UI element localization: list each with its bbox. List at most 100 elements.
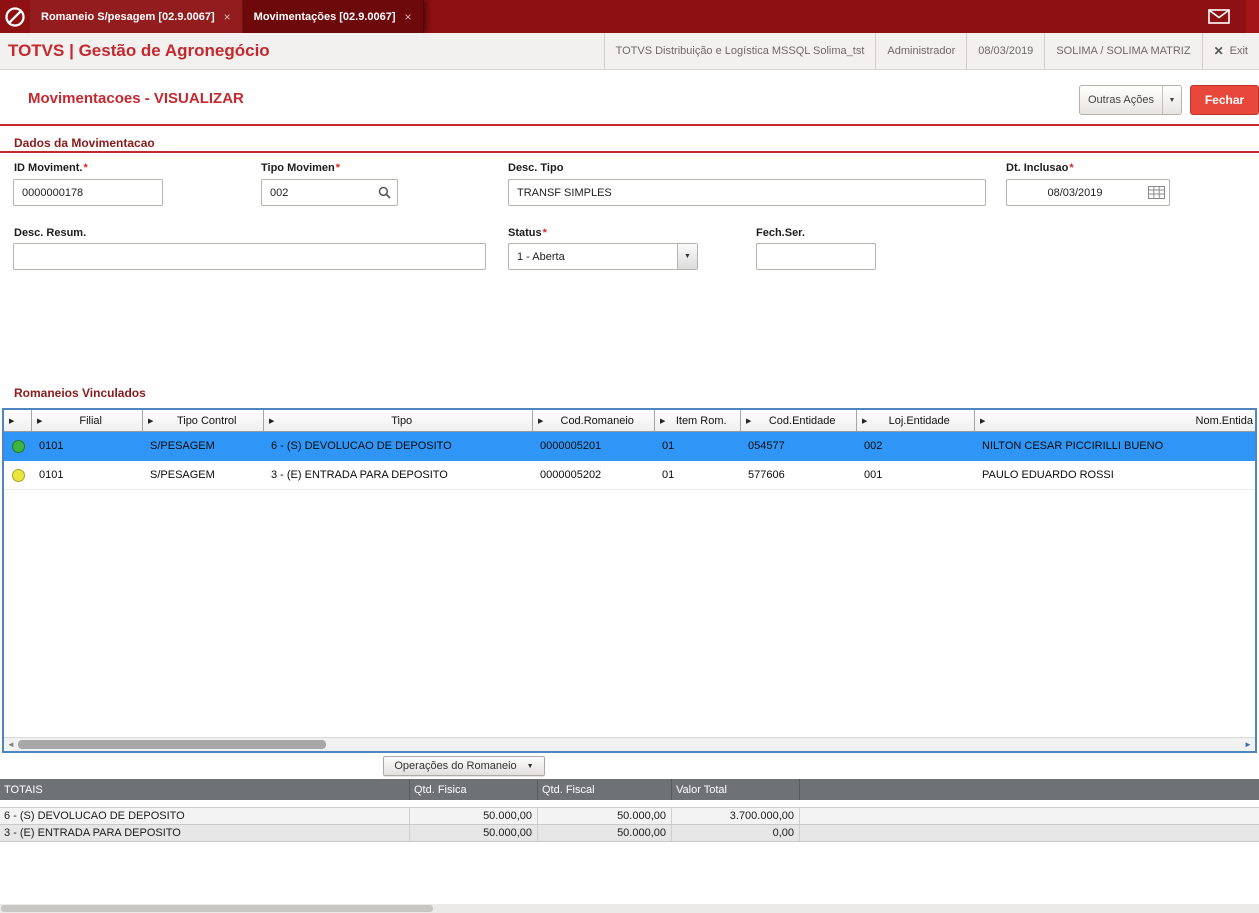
company-label: SOLIMA / SOLIMA MATRIZ <box>1044 33 1201 69</box>
fechar-button[interactable]: Fechar <box>1190 85 1259 115</box>
cell-loj-entidade: 001 <box>864 469 883 481</box>
column-header-tipo-control[interactable]: ▶ Tipo Control <box>143 410 264 431</box>
field-label-text: Tipo Movimen <box>261 162 335 174</box>
tipo-movimen-label: Tipo Movimen* <box>261 162 340 174</box>
page-title: Movimentacoes - VISUALIZAR <box>28 90 244 107</box>
column-header-status[interactable]: ▶ <box>4 410 32 431</box>
tab-label: Movimentações [02.9.0067] <box>253 10 396 23</box>
desc-tipo-input[interactable] <box>509 180 985 205</box>
grid-row-2[interactable]: 0101 S/PESAGEM 3 - (E) ENTRADA PARA DEPO… <box>4 461 1255 490</box>
column-header-cod-entidade[interactable]: ▶ Cod.Entidade <box>741 410 857 431</box>
required-mark: * <box>542 227 547 239</box>
envelope-icon <box>1208 9 1230 24</box>
tab-close-icon[interactable]: × <box>405 10 412 24</box>
operacoes-romaneio-button[interactable]: Operações do Romaneio ▼ <box>383 756 545 776</box>
cell-item-rom: 01 <box>662 469 675 481</box>
column-label: Filial <box>79 414 102 427</box>
id-moviment-label: ID Moviment.* <box>14 162 88 174</box>
dropdown-button[interactable]: ▼ <box>677 244 697 269</box>
page-horizontal-scrollbar[interactable] <box>0 904 1259 913</box>
session-info: TOTVS Distribuição e Logística MSSQL Sol… <box>603 33 1259 69</box>
column-label: Nom.Entida <box>1195 414 1253 427</box>
column-arrow-icon: ▶ <box>269 417 275 425</box>
desc-resum-field <box>13 243 486 270</box>
cell-cod-romaneio: 0000005201 <box>540 440 602 452</box>
totals-row-2: 3 - (E) ENTRADA PARA DEPOSITO 50.000,00 … <box>0 825 1259 842</box>
cell-status <box>4 439 32 453</box>
search-icon[interactable] <box>371 180 397 205</box>
totals-header-qtd-fisica: Qtd. Fisica <box>410 779 538 800</box>
tab-romaneio-spesagem[interactable]: Romaneio S/pesagem [02.9.0067] × <box>30 0 243 33</box>
column-header-tipo[interactable]: ▶ Tipo <box>264 410 533 431</box>
desc-tipo-label: Desc. Tipo <box>508 162 563 174</box>
column-header-loj-entidade[interactable]: ▶ Loj.Entidade <box>857 410 975 431</box>
tipo-movimen-input[interactable] <box>262 180 371 205</box>
scrollbar-thumb[interactable] <box>18 740 326 749</box>
outras-acoes-label: Outras Ações <box>1087 94 1155 106</box>
column-header-item-rom[interactable]: ▶ Item Rom. <box>655 410 741 431</box>
cell-tipo-control: S/PESAGEM <box>150 469 215 481</box>
grid-row-1[interactable]: 0101 S/PESAGEM 6 - (S) DEVOLUCAO DE DEPO… <box>4 432 1255 461</box>
column-header-filial[interactable]: ▶ Filial <box>32 410 143 431</box>
user-label: Administrador <box>875 33 966 69</box>
exit-label: Exit <box>1229 45 1248 57</box>
scrollbar-thumb[interactable] <box>1 905 433 912</box>
grid-empty-area <box>4 490 1255 737</box>
scroll-left-icon[interactable]: ◄ <box>4 738 18 751</box>
column-label: Cod.Entidade <box>768 414 836 427</box>
totals-label: 3 - (E) ENTRADA PARA DEPOSITO <box>0 825 410 841</box>
cell-tipo: 3 - (E) ENTRADA PARA DEPOSITO <box>271 469 448 481</box>
section-title-dados: Dados da Movimentacao <box>14 136 155 150</box>
id-moviment-field <box>13 179 163 206</box>
tab-movimentacoes[interactable]: Movimentações [02.9.0067] × <box>242 0 424 33</box>
totals-empty-cell <box>800 808 1259 824</box>
totvs-window: Romaneio S/pesagem [02.9.0067] × Movimen… <box>0 0 1259 913</box>
cell-tipo: 6 - (S) DEVOLUCAO DE DEPOSITO <box>271 440 452 452</box>
cell-nom-entidade: PAULO EDUARDO ROSSI <box>982 469 1114 481</box>
cell-cod-entidade: 577606 <box>748 469 785 481</box>
totals-qtd-fisica: 50.000,00 <box>410 825 538 841</box>
column-label: Tipo <box>391 414 413 427</box>
cell-filial: 0101 <box>39 469 64 481</box>
totals-header-row: TOTAIS Qtd. Fisica Qtd. Fiscal Valor Tot… <box>0 779 1259 800</box>
totals-table: TOTAIS Qtd. Fisica Qtd. Fiscal Valor Tot… <box>0 779 1259 842</box>
topbar-corner-button[interactable] <box>1246 0 1259 33</box>
id-moviment-input[interactable] <box>14 180 162 205</box>
grid-horizontal-scrollbar[interactable]: ◄ ► <box>4 737 1255 751</box>
column-arrow-icon: ▶ <box>148 417 154 425</box>
mail-icon[interactable] <box>1208 9 1230 24</box>
exit-button[interactable]: ✕ Exit <box>1201 33 1259 69</box>
field-label-text: Desc. Tipo <box>508 162 564 174</box>
fech-ser-input[interactable] <box>757 244 875 269</box>
tipo-movimen-field <box>261 179 398 206</box>
status-select[interactable]: ▼ <box>508 243 698 270</box>
operacoes-romaneio-label: Operações do Romaneio <box>394 760 517 772</box>
cell-cod-entidade: 054577 <box>748 440 785 452</box>
totals-label: 6 - (S) DEVOLUCAO DE DEPOSITO <box>0 808 410 824</box>
section-divider <box>0 151 1259 153</box>
totals-row-1: 6 - (S) DEVOLUCAO DE DEPOSITO 50.000,00 … <box>0 808 1259 825</box>
totals-rows: 6 - (S) DEVOLUCAO DE DEPOSITO 50.000,00 … <box>0 807 1259 842</box>
calendar-icon[interactable] <box>1143 180 1169 205</box>
column-header-cod-romaneio[interactable]: ▶ Cod.Romaneio <box>533 410 655 431</box>
fech-ser-field <box>756 243 876 270</box>
cell-filial: 0101 <box>39 440 64 452</box>
protheus-logo-icon[interactable] <box>0 0 30 33</box>
tab-bar: Romaneio S/pesagem [02.9.0067] × Movimen… <box>0 0 1259 33</box>
column-arrow-icon: ▶ <box>9 417 15 425</box>
column-label: Loj.Entidade <box>888 414 950 427</box>
desc-resum-input[interactable] <box>14 244 485 269</box>
outras-acoes-button[interactable]: Outras Ações ▼ <box>1079 85 1182 115</box>
totals-valor-total: 3.700.000,00 <box>672 808 800 824</box>
required-mark: * <box>335 162 341 174</box>
totals-qtd-fisica: 50.000,00 <box>410 808 538 824</box>
scroll-right-icon[interactable]: ► <box>1241 738 1255 751</box>
column-arrow-icon: ▶ <box>980 417 986 425</box>
column-header-nom-entidade[interactable]: ▶ Nom.Entida <box>975 410 1255 431</box>
tab-close-icon[interactable]: × <box>224 10 231 24</box>
dt-inclusao-input[interactable] <box>1007 180 1143 205</box>
status-label: Status* <box>508 227 547 239</box>
field-label-text: Status <box>508 227 542 239</box>
totals-empty-cell <box>800 825 1259 841</box>
column-arrow-icon: ▶ <box>660 417 666 425</box>
